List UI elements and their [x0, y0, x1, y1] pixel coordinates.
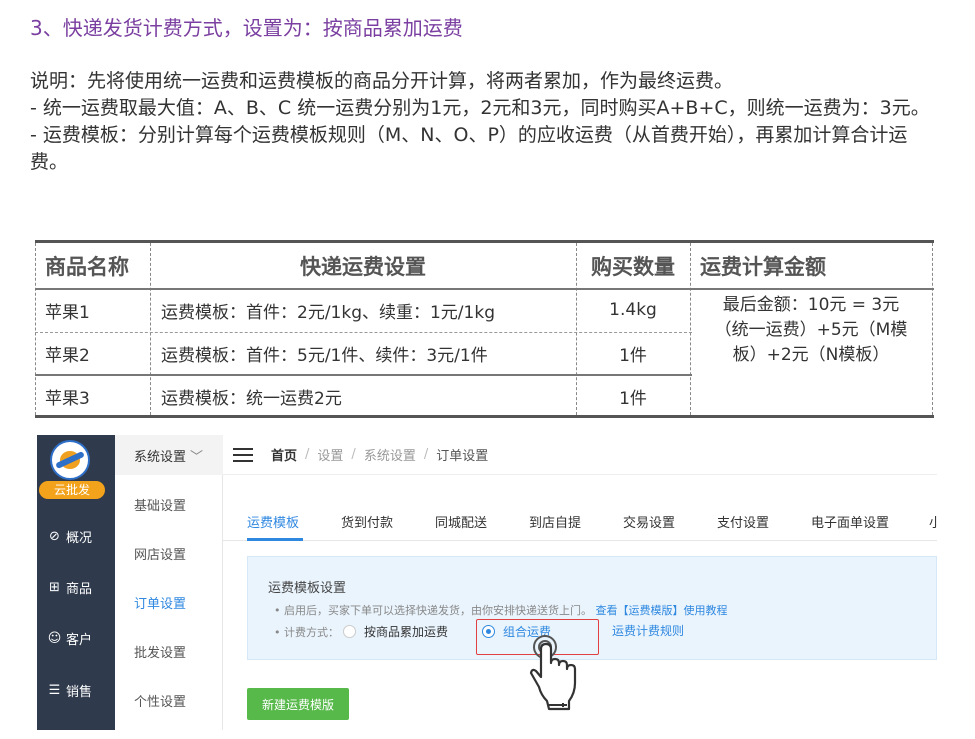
grid-icon: ⊞: [49, 580, 60, 595]
compass-icon: ⊘: [49, 529, 60, 544]
sub-nav-custom[interactable]: 个性设置: [134, 691, 186, 710]
breadcrumb-settings[interactable]: 设置: [317, 445, 343, 464]
sub-nav-order[interactable]: 订单设置: [134, 593, 186, 612]
table-cell-name: 苹果1: [45, 302, 90, 323]
freight-rule-link[interactable]: 运费计费规则: [612, 622, 684, 639]
sub-nav-basic[interactable]: 基础设置: [134, 495, 186, 514]
nav-item-overview[interactable]: ⊘ 概况: [37, 527, 115, 546]
page-heading: 3、快递发货计费方式，设置为：按商品累加运费: [30, 16, 463, 40]
menu-icon[interactable]: [233, 447, 253, 462]
table-cell-setting: 运费模板：统一运费2元: [161, 388, 342, 409]
nav-item-customers[interactable]: ☺ 客户: [37, 629, 115, 648]
tab-bar: 运费模板 货到付款 同城配送 到店自提 交易设置 支付设置 电子面单设置 小: [223, 505, 937, 541]
tab-cod[interactable]: 货到付款: [341, 512, 393, 531]
table-cell-name: 苹果3: [45, 388, 90, 409]
app-screenshot: 云批发 ⊘ 概况 ⊞ 商品 ☺ 客户 ☰ 销售 系统设置 ﹀ 基础设置 网店设置…: [37, 435, 937, 730]
nav-label: 概况: [66, 531, 93, 546]
tab-pickup[interactable]: 到店自提: [529, 512, 581, 531]
tab-more[interactable]: 小: [929, 512, 937, 531]
tutorial-link[interactable]: 查看【运费模版】使用教程: [595, 604, 727, 617]
chevron-down-icon: ﹀: [190, 449, 204, 465]
nav-item-sales[interactable]: ☰ 销售: [37, 681, 115, 700]
total-line: 最后金额：10元 = 3元: [722, 295, 900, 315]
tab-payment[interactable]: 支付设置: [717, 512, 769, 531]
active-tab-indicator: [247, 538, 303, 541]
info-text: • 启用后，买家下单可以选择快递发货，由你安排快递送货上门。: [274, 604, 592, 617]
pointer-hand-icon: [529, 635, 577, 711]
table-cell-total: 最后金额：10元 = 3元 （统一运费）+5元（M模 板）+2元（N模板）: [690, 293, 932, 368]
table-cell-setting: 运费模板：首件：2元/1kg、续重：1元/1kg: [161, 302, 495, 323]
breadcrumb-home[interactable]: 首页: [271, 445, 297, 464]
tab-local-delivery[interactable]: 同城配送: [435, 512, 487, 531]
list-icon: ☰: [48, 683, 61, 698]
table-cell-qty: 1件: [619, 345, 647, 366]
nav-item-products[interactable]: ⊞ 商品: [37, 578, 115, 597]
sub-nav-wholesale[interactable]: 批发设置: [134, 642, 186, 661]
new-template-button[interactable]: 新建运费模版: [247, 688, 349, 720]
calc-method-label: • 计费方式：: [274, 625, 339, 639]
tab-e-waybill[interactable]: 电子面单设置: [811, 512, 889, 531]
tab-transaction[interactable]: 交易设置: [623, 512, 675, 531]
top-bar: 首页 / 设置 / 系统设置 / 订单设置: [223, 435, 937, 475]
radio-accumulate[interactable]: [343, 625, 356, 638]
sub-nav-title-label: 系统设置: [134, 449, 187, 465]
header-freight-setting: 快递运费设置: [300, 253, 426, 279]
brand-badge: 云批发: [39, 481, 105, 499]
breadcrumb-system[interactable]: 系统设置: [364, 445, 416, 464]
total-line: （统一运费）+5元（M模: [714, 320, 908, 340]
description-line: - 运费模板：分别计算每个运费模板规则（M、N、O、P）的应收运费（从首费开始）…: [30, 124, 908, 173]
user-icon: ☺: [47, 631, 62, 646]
brand-logo[interactable]: [50, 440, 90, 480]
description-line: 说明：先将使用统一运费和运费模板的商品分开计算，将两者累加，作为最终运费。: [30, 70, 734, 92]
header-freight-amount: 运费计算金额: [700, 253, 826, 279]
sub-nav-shop[interactable]: 网店设置: [134, 544, 186, 563]
tab-freight-template[interactable]: 运费模板: [247, 512, 299, 531]
option-accumulate-label[interactable]: 按商品累加运费: [364, 623, 448, 640]
description: 说明：先将使用统一运费和运费模板的商品分开计算，将两者累加，作为最终运费。 - …: [30, 68, 930, 176]
table-cell-qty: 1件: [619, 388, 647, 409]
header-quantity: 购买数量: [591, 253, 675, 279]
total-line: 板）+2元（N模板）: [732, 345, 890, 365]
nav-label: 商品: [66, 582, 93, 597]
sub-nav-title[interactable]: 系统设置 ﹀: [115, 435, 223, 475]
table-cell-setting: 运费模板：首件：5元/1件、续件：3元/1件: [161, 345, 488, 366]
header-product-name: 商品名称: [45, 253, 129, 279]
sub-sidebar: 系统设置 ﹀ 基础设置 网店设置 订单设置 批发设置 个性设置: [115, 435, 223, 730]
panel-title: 运费模板设置: [268, 581, 347, 596]
table-cell-name: 苹果2: [45, 345, 90, 366]
panel-info: • 启用后，买家下单可以选择快递发货，由你安排快递送货上门。 查看【运费模版】使…: [274, 602, 727, 618]
freight-table: 商品名称 快递运费设置 购买数量 运费计算金额 苹果1 运费模板：首件：2元/1…: [35, 240, 934, 418]
nav-label: 销售: [66, 685, 93, 700]
breadcrumb-current: 订单设置: [436, 449, 489, 464]
nav-label: 客户: [66, 633, 93, 648]
description-line: - 统一运费取最大值：A、B、C 统一运费分别为1元，2元和3元，同时购买A+B…: [30, 97, 930, 119]
main-sidebar: 云批发 ⊘ 概况 ⊞ 商品 ☺ 客户 ☰ 销售: [37, 435, 115, 730]
table-cell-qty: 1.4kg: [609, 300, 657, 320]
